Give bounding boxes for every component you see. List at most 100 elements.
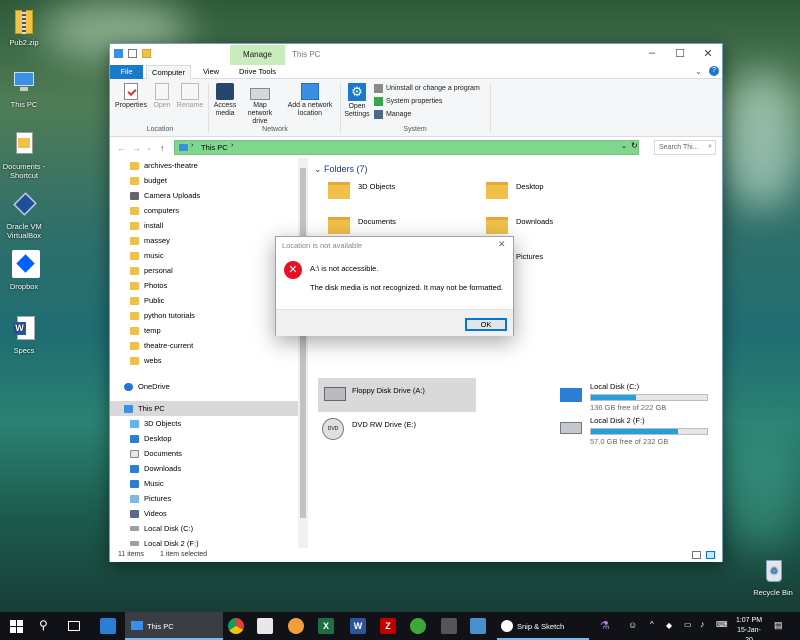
desktop-icon-pub2zip[interactable]: Pub2.zip [2, 6, 46, 47]
add-network-location-button[interactable]: Add a network location [283, 83, 337, 118]
nav-item[interactable]: webs [110, 353, 298, 368]
folder-item[interactable]: Desktop [486, 182, 544, 199]
nav-item[interactable]: personal [110, 263, 298, 278]
nav-item[interactable]: Videos [110, 506, 298, 521]
address-dropdown-icon[interactable]: ⌄ [621, 142, 627, 150]
desktop-icon-virtualbox[interactable]: Oracle VM VirtualBox [2, 190, 46, 240]
drive-item-local-c[interactable]: Local Disk (C:) 136 GB free of 222 GB [560, 382, 708, 412]
nav-item[interactable]: Downloads [110, 461, 298, 476]
system-properties-button[interactable]: System properties [374, 97, 442, 106]
minimize-button[interactable]: – [642, 47, 662, 59]
taskbar-item-this-pc[interactable]: This PC [125, 612, 223, 640]
app-taskbar-icon[interactable]: ⚗ [600, 619, 610, 632]
manage-button[interactable]: Manage [374, 110, 411, 119]
nav-scrollbar[interactable] [298, 158, 308, 548]
nav-item[interactable]: python tutorials [110, 308, 298, 323]
details-view-icon[interactable] [692, 551, 701, 559]
nav-item[interactable]: Public [110, 293, 298, 308]
keyboard-icon[interactable]: ⌨ [716, 620, 728, 629]
tab-view[interactable]: View [196, 65, 226, 79]
folders-section-header[interactable]: ⌄ Folders (7) [314, 164, 368, 175]
nav-item[interactable]: Documents [110, 446, 298, 461]
search-input[interactable]: Search Thi... ⌕ [654, 140, 716, 155]
desktop-icon-this-pc[interactable]: This PC [2, 68, 46, 109]
calculator-taskbar-icon[interactable] [441, 618, 457, 634]
folder-item[interactable]: 3D Objects [328, 182, 395, 199]
desktop-icon-dropbox[interactable]: Dropbox [2, 250, 46, 291]
open-settings-button[interactable]: ⚙ Open Settings [342, 83, 372, 119]
nav-item[interactable]: 3D Objects [110, 416, 298, 431]
app-taskbar-icon[interactable] [257, 618, 273, 634]
folder-item[interactable]: Documents [328, 217, 396, 234]
volume-icon[interactable]: ♪ [700, 619, 705, 629]
app-taskbar-icon[interactable] [410, 618, 426, 634]
maximize-button[interactable]: ☐ [670, 47, 690, 60]
rename-button[interactable]: Rename [176, 83, 204, 110]
task-view-icon[interactable] [68, 621, 80, 631]
dropbox-tray-icon[interactable]: ◆ [666, 621, 672, 630]
tab-manage-contextual[interactable]: Manage [230, 45, 285, 65]
nav-item[interactable]: install [110, 218, 298, 233]
nav-item[interactable]: temp [110, 323, 298, 338]
nav-item[interactable]: budget [110, 173, 298, 188]
properties-button[interactable]: Properties [114, 83, 148, 110]
tab-drive-tools[interactable]: Drive Tools [230, 65, 285, 79]
large-icons-view-icon[interactable] [706, 551, 715, 559]
chevron-down-icon[interactable]: ⌄ [695, 67, 702, 76]
nav-item-onedrive[interactable]: OneDrive [110, 379, 298, 394]
nav-item[interactable]: massey [110, 233, 298, 248]
nav-item[interactable]: Camera Uploads [110, 188, 298, 203]
paint-taskbar-icon[interactable] [288, 618, 304, 634]
dialog-close-button[interactable]: ✕ [498, 239, 506, 250]
search-icon[interactable]: ⚲ [39, 618, 48, 632]
forward-arrow-icon[interactable]: → [132, 143, 141, 153]
mail-taskbar-icon[interactable] [100, 618, 116, 634]
chrome-taskbar-icon[interactable] [228, 618, 244, 634]
excel-taskbar-icon[interactable]: X [318, 618, 334, 634]
nav-item[interactable]: theatre-current [110, 338, 298, 353]
taskbar-item-snip-sketch[interactable]: Snip & Sketch [497, 612, 589, 640]
address-box[interactable]: › This PC › ⌄ ↻ [174, 140, 639, 155]
clock[interactable]: 1:07 PM 15-Jan-20 [734, 616, 764, 640]
app-taskbar-icon[interactable] [470, 618, 486, 634]
drive-item-floppy[interactable]: Floppy Disk Drive (A:) [318, 378, 476, 412]
new-folder-qat-icon[interactable] [142, 49, 151, 58]
show-hidden-icons[interactable]: ^ [650, 620, 654, 629]
word-taskbar-icon[interactable]: W [350, 618, 366, 634]
nav-item[interactable]: Pictures [110, 491, 298, 506]
people-icon[interactable]: ☺ [628, 620, 637, 630]
desktop-icon-documents-shortcut[interactable]: Documents - Shortcut [2, 130, 46, 180]
start-button[interactable] [10, 620, 23, 633]
close-button[interactable]: ✕ [698, 47, 718, 60]
drive-item-dvd[interactable]: DVD DVD RW Drive (E:) [322, 418, 416, 440]
properties-qat-icon[interactable] [128, 49, 137, 58]
scrollbar-thumb[interactable] [300, 168, 306, 518]
tab-file[interactable]: File [110, 65, 143, 79]
computer-qat-icon[interactable] [114, 49, 123, 58]
filezilla-taskbar-icon[interactable]: Z [380, 618, 396, 634]
nav-item[interactable]: Local Disk (C:) [110, 521, 298, 536]
tab-computer[interactable]: Computer [146, 65, 191, 79]
nav-item[interactable]: Music [110, 476, 298, 491]
help-icon[interactable]: ? [709, 66, 719, 76]
nav-item[interactable]: Desktop [110, 431, 298, 446]
drive-item-local-f[interactable]: Local Disk 2 (F:) 57.0 GB free of 232 GB [560, 416, 708, 446]
recent-chevron-icon[interactable]: ⌄ [146, 144, 152, 152]
nav-item[interactable]: Photos [110, 278, 298, 293]
breadcrumb-this-pc[interactable]: This PC [201, 143, 228, 152]
nav-item[interactable]: archives-theatre [110, 158, 298, 173]
desktop-icon-specs[interactable]: W Specs [2, 314, 46, 355]
back-arrow-icon[interactable]: ← [117, 143, 126, 153]
ok-button[interactable]: OK [465, 318, 507, 331]
nav-item-this-pc[interactable]: This PC [110, 401, 298, 416]
refresh-icon[interactable]: ↻ [631, 141, 638, 150]
access-media-button[interactable]: Access media [210, 83, 240, 118]
network-icon[interactable]: ▭ [684, 620, 692, 629]
up-arrow-icon[interactable]: ↑ [160, 143, 165, 153]
map-network-drive-button[interactable]: Map network drive [240, 83, 280, 126]
notification-icon[interactable]: ▤ [774, 620, 783, 631]
nav-item[interactable]: computers [110, 203, 298, 218]
open-button[interactable]: Open [150, 83, 174, 110]
folder-item[interactable]: Downloads [486, 217, 553, 234]
uninstall-program-button[interactable]: Uninstall or change a program [374, 84, 480, 93]
